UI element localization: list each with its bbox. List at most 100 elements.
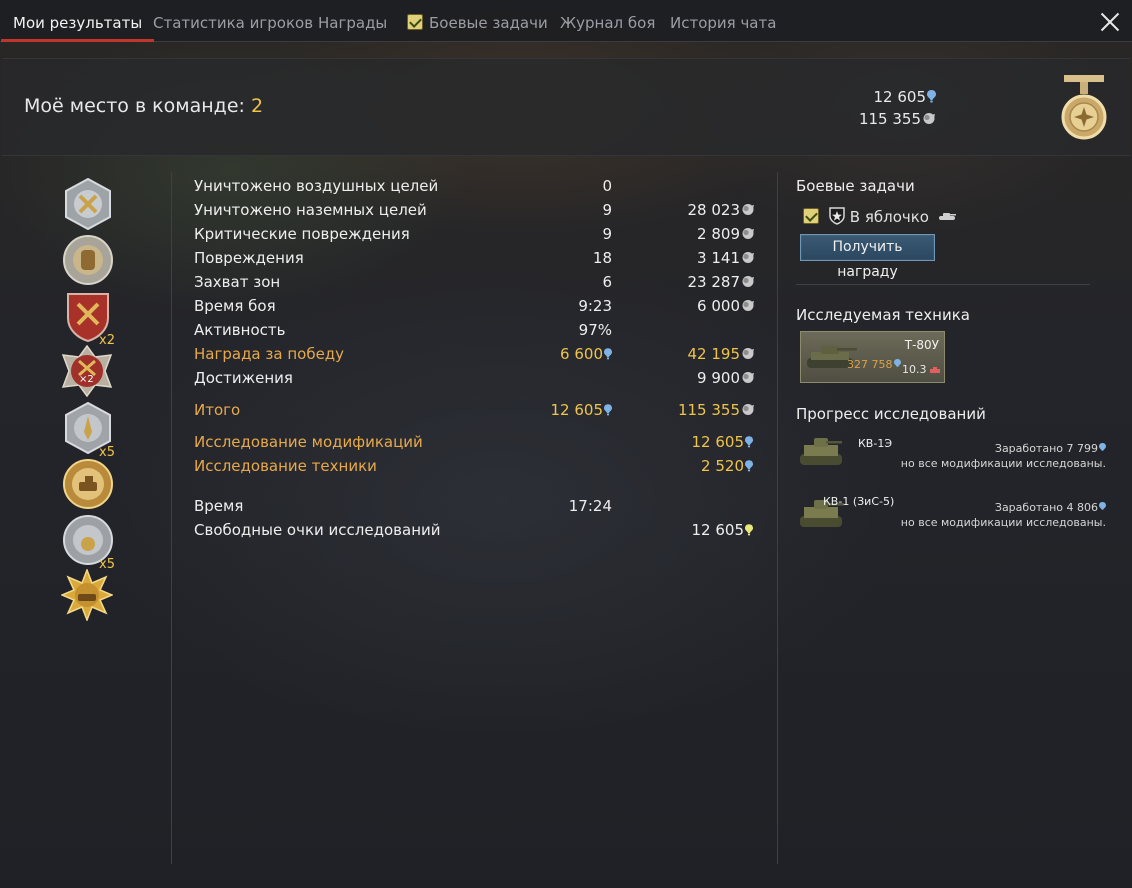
free-rp-number: 12 605 [691,521,745,539]
kv-1e-tank-icon [800,438,842,465]
total-sl: 115 355 [678,401,755,419]
stat-value: 0 [602,177,612,195]
tab-bar: Мои результаты Статистика игроков Наград… [0,0,1132,42]
stat-sl-value: 9 900 [697,369,740,387]
silver-lions-icon [742,300,754,311]
tab-battle-tasks[interactable]: Боевые задачи [407,0,548,42]
free-rp-value: 12 605 [691,521,753,539]
stat-sl: 23 287 [688,273,756,291]
total-sl-value: 115 355 [677,401,740,419]
tank-icon [938,213,956,220]
vehicle-battle-rating: 10.3 [902,363,940,376]
tab-label: Статистика игроков [153,14,314,32]
stat-rp: 6 600 [560,345,612,363]
stat-sl: 2 809 [697,225,755,243]
total-label: Итого [194,401,241,419]
stat-sl-value: 42 195 [687,345,741,363]
medal-gold-tank-icon[interactable] [62,458,114,510]
silver-lions-icon [742,228,754,239]
research-point-icon [745,460,753,472]
medal-crossed-swords-icon[interactable] [62,178,114,230]
task-name: В яблочко [849,208,929,226]
tab-awards[interactable]: Награды [318,0,387,42]
stat-value: 18 [592,249,612,267]
vehicle-rp-value: 327 758 [847,358,893,371]
silver-lions-icon [742,276,754,287]
header-rp-total: 12 605 [873,88,936,106]
stat-sl-value: 23 287 [687,273,741,291]
research-point-icon [604,404,612,416]
research-point-icon [745,436,753,448]
tab-chat-history[interactable]: История чата [670,0,776,42]
silver-lions-icon [742,372,754,383]
free-research-point-icon [745,524,753,536]
time-label: Время [194,497,244,515]
tank-class-icon [930,367,940,373]
tab-player-stats[interactable]: Статистика игроков [153,0,313,42]
research-label: Исследование техники [194,457,377,475]
checkbox-icon [407,14,423,30]
stat-value: 97% [578,321,612,339]
divider [796,284,1090,285]
progress-info: Заработано 7 799 но все модификации иссл… [901,441,1106,471]
free-rp-label: Свободные очки исследований [194,521,441,539]
research-rp-value: 2 520 [701,457,744,475]
silver-lions-icon [742,252,754,263]
research-rp-value: 12 605 [691,433,745,451]
stat-sl: 28 023 [688,201,756,219]
research-point-icon [1099,502,1106,510]
silver-lions-icon [742,204,754,215]
total-rp-value: 12 605 [550,401,604,419]
stat-value: 6 [602,273,612,291]
earned-label: Заработано [994,501,1063,514]
divider-left [171,172,172,864]
tab-label: Мои результаты [13,14,143,32]
tab-battle-log[interactable]: Журнал боя [560,0,655,42]
research-point-icon [604,348,612,360]
silver-lions-icon [923,113,935,124]
stat-label: Время боя [194,297,276,315]
medal-inner-badge: ×2 [79,374,94,385]
stat-label: Награда за победу [194,345,345,363]
stat-value: 9 [602,225,612,243]
silver-lions-icon [742,404,754,415]
progress-note: но все модификации исследованы. [900,516,1106,529]
stat-label: Уничтожено наземных целей [194,201,427,219]
stat-sl-value: 6 000 [697,297,740,315]
vehicle-rp: 327 758 [847,358,901,371]
stat-value: 9 [602,201,612,219]
earned-value: 4 806 [1066,501,1099,514]
vehicle-name: Т-80У [904,338,939,352]
research-value: 12 605 [691,433,753,451]
stat-label: Повреждения [194,249,304,267]
total-rp: 12 605 [550,401,612,419]
research-label: Исследование модификаций [194,433,423,451]
research-point-icon [1099,443,1106,451]
top-medal-icon [1061,75,1107,140]
medal-gold-star-icon[interactable] [61,569,113,621]
team-place: Моё место в команде: 2 [24,95,263,117]
tab-my-results[interactable]: Мои результаты [0,0,155,42]
stat-value: 9:23 [578,297,612,315]
header-rp-value: 12 605 [873,88,927,106]
close-icon[interactable] [1096,8,1124,36]
task-item[interactable]: В яблочко [803,207,956,226]
research-vehicle-card[interactable]: Т-80У 327 758 10.3 [800,331,945,383]
research-vehicle-title: Исследуемая техника [796,306,970,324]
medal-red-badge-icon[interactable] [61,345,113,397]
progress-vehicle-name: КВ-1 (ЗиС-5) [823,495,895,508]
silver-lions-icon [742,348,754,359]
stat-label: Активность [194,321,286,339]
header-sl-total: 115 355 [859,110,936,128]
team-place-value: 2 [250,95,264,117]
research-progress-title: Прогресс исследований [796,405,986,423]
vehicle-br-value: 10.3 [902,363,927,376]
stat-sl: 9 900 [697,369,755,387]
earned-value: 7 799 [1066,442,1099,455]
stat-sl-value: 28 023 [687,201,741,219]
stat-sl: 6 000 [697,297,755,315]
stat-sl-value: 3 141 [697,249,740,267]
medal-fist-icon[interactable] [62,234,114,286]
header-sl-value: 115 355 [858,110,921,128]
get-reward-button[interactable]: Получить награду [800,234,935,280]
